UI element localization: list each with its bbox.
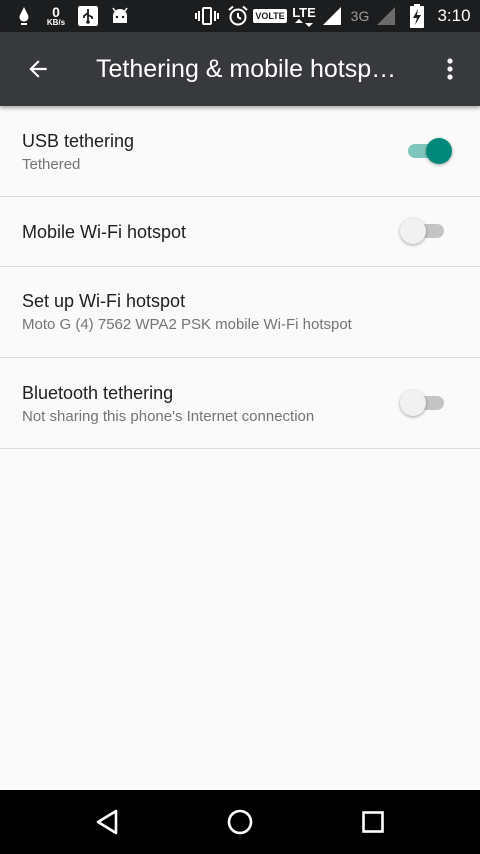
usb-tethering-status: Tethered <box>22 156 81 173</box>
clock-time: 3:10 <box>437 6 471 25</box>
usb-icon <box>76 0 100 32</box>
data-speed-unit: KB/s <box>46 18 66 27</box>
switch-thumb <box>426 138 452 164</box>
nav-back-button[interactable] <box>77 798 137 846</box>
status-bar: 0 KB/s VOLTE LTE 3G 3:10 <box>0 0 480 32</box>
vibrate-icon <box>194 0 220 32</box>
nav-recents-button[interactable] <box>343 798 403 846</box>
notification-drop-icon <box>12 0 36 32</box>
alarm-icon <box>226 0 250 32</box>
setup-wifi-hotspot-title: Set up Wi-Fi hotspot <box>22 291 186 311</box>
signal-empty-icon <box>374 0 398 32</box>
switch-thumb <box>400 390 426 416</box>
back-button[interactable] <box>14 45 62 93</box>
bluetooth-tethering-switch[interactable] <box>400 383 446 423</box>
volte-badge: VOLTE <box>253 0 287 32</box>
usb-tethering-switch[interactable] <box>400 131 452 171</box>
lte-indicator: LTE <box>290 0 318 32</box>
switch-thumb <box>400 218 426 244</box>
battery-charging-icon <box>406 0 428 32</box>
nav-home-button[interactable] <box>210 798 270 846</box>
network-3g-label: 3G <box>350 8 370 24</box>
navigation-bar <box>0 790 480 854</box>
bluetooth-tethering-row[interactable]: Bluetooth tethering Not sharing this pho… <box>0 358 480 449</box>
volte-label: VOLTE <box>253 9 287 23</box>
circle-home-icon <box>227 809 253 835</box>
arrow-back-icon <box>29 60 47 78</box>
data-speed-indicator: 0 KB/s <box>42 0 70 32</box>
triangle-back-icon <box>96 809 118 835</box>
bluetooth-tethering-title: Bluetooth tethering <box>22 383 174 403</box>
data-speed-value: 0 <box>52 4 60 20</box>
setup-wifi-hotspot-summary: Moto G (4) 7562 WPA2 PSK mobile Wi-Fi ho… <box>22 316 352 333</box>
data-arrows-icon <box>295 18 313 27</box>
android-icon <box>108 0 132 32</box>
usb-tethering-row[interactable]: USB tethering Tethered <box>0 106 480 197</box>
app-bar: Tethering & mobile hotsp… <box>0 32 480 106</box>
bluetooth-tethering-status: Not sharing this phone's Internet connec… <box>22 408 315 425</box>
overflow-menu-button[interactable] <box>430 45 470 93</box>
network-3g-indicator: 3G <box>348 0 372 32</box>
signal-full-icon <box>320 0 344 32</box>
page-title: Tethering & mobile hotsp… <box>96 55 397 83</box>
lte-label: LTE <box>292 4 316 20</box>
setup-wifi-hotspot-row[interactable]: Set up Wi-Fi hotspot Moto G (4) 7562 WPA… <box>0 267 480 358</box>
more-vert-icon <box>447 58 453 80</box>
mobile-wifi-hotspot-switch[interactable] <box>400 211 446 251</box>
square-recents-icon <box>362 811 384 833</box>
usb-tethering-title: USB tethering <box>22 131 135 151</box>
settings-list: USB tethering Tethered Mobile Wi-Fi hots… <box>0 106 480 449</box>
mobile-wifi-hotspot-row[interactable]: Mobile Wi-Fi hotspot <box>0 197 480 267</box>
mobile-wifi-hotspot-title: Mobile Wi-Fi hotspot <box>22 222 187 242</box>
